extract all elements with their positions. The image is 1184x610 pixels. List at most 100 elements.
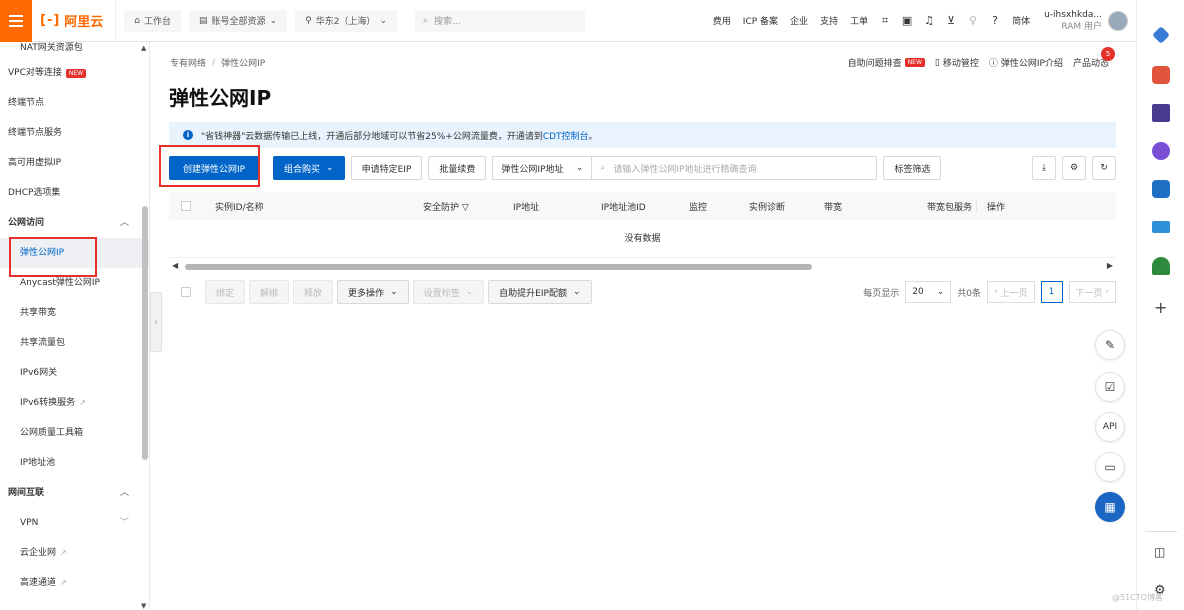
eip-intro-link[interactable]: ⓘ 弹性公网IP介绍 xyxy=(989,56,1063,69)
scroll-up-arrow-icon[interactable]: ▲ xyxy=(141,44,146,52)
right-rail: + ◫ ⚙ xyxy=(1136,0,1184,610)
sidebar-item-endpoint-service[interactable]: 终端节点服务 xyxy=(0,118,149,148)
sidebar-item-ip-pool[interactable]: IP地址池 xyxy=(0,448,149,478)
self-check-link[interactable]: 自助问题排查 NEW xyxy=(848,56,925,69)
next-page-button[interactable]: 下一页 › xyxy=(1068,281,1116,303)
sidebar-item-endpoint[interactable]: 终端节点 xyxy=(0,88,149,118)
sidebar-item-ipv6-gateway[interactable]: IPv6网关 xyxy=(0,358,149,388)
prev-page-button[interactable]: ‹ 上一页 xyxy=(987,281,1035,303)
column-security[interactable]: 安全防护 ▽ xyxy=(417,200,507,213)
chevron-down-icon: ⌄ xyxy=(390,287,398,297)
hamburger-menu-icon[interactable] xyxy=(0,0,32,42)
cart-icon[interactable]: ⊻ xyxy=(940,14,962,27)
plus-icon[interactable]: + xyxy=(1154,298,1167,317)
code-icon[interactable]: ⌗ xyxy=(874,14,896,28)
clipboard-icon[interactable]: ☑ xyxy=(1095,372,1125,402)
help-icon[interactable]: ? xyxy=(984,14,1006,27)
page-size-select[interactable]: 20 ⌄ xyxy=(905,281,952,303)
language-switch[interactable]: 简体 xyxy=(1006,14,1036,27)
filter-icon[interactable]: ▽ xyxy=(462,203,469,213)
bind-button[interactable]: 绑定 xyxy=(205,280,246,304)
outlook-icon[interactable] xyxy=(1152,180,1170,198)
scroll-left-arrow-icon[interactable]: ◀ xyxy=(172,261,178,270)
sidebar-item-havip[interactable]: 高可用虚拟IP xyxy=(0,148,149,178)
sidebar-item-vpc-peering[interactable]: VPC对等连接 NEW xyxy=(0,58,149,88)
column-ip-pool-id[interactable]: IP地址池ID xyxy=(595,200,683,213)
rail-divider xyxy=(1145,531,1177,532)
column-monitor[interactable]: 监控 xyxy=(683,200,743,213)
sidebar-item-ipv6-translation[interactable]: IPv6转换服务 ↗ xyxy=(0,388,149,418)
sidebar-group-public-access[interactable]: 公网访问 ︿ xyxy=(0,208,149,238)
chess-icon[interactable] xyxy=(1152,104,1170,122)
account-scope-select[interactable]: ▤ 账号全部资源 ⌄ xyxy=(189,9,288,32)
column-bandwidth-package[interactable]: 带宽包服务 xyxy=(921,200,976,213)
table-horizontal-scrollbar[interactable]: ◀ ▶ xyxy=(169,261,1116,272)
chat-icon[interactable]: ▭ xyxy=(1095,452,1125,482)
column-ip-address[interactable]: IP地址 xyxy=(507,200,595,213)
set-tag-button[interactable]: 设置标签 ⌄ xyxy=(412,280,485,304)
copilot-icon[interactable] xyxy=(1152,142,1170,160)
refresh-icon[interactable]: ↻ xyxy=(1092,156,1116,180)
batch-renew-button[interactable]: 批量续费 xyxy=(428,156,487,180)
combo-purchase-button[interactable]: 组合购买 ⌄ xyxy=(273,156,345,180)
mobile-control-link[interactable]: ▯ 移动管控 xyxy=(935,56,979,70)
global-search-input[interactable]: ⌕ 搜索... xyxy=(414,9,585,32)
sidebar-item-dhcp[interactable]: DHCP选项集 xyxy=(0,178,149,208)
select-all-checkbox[interactable] xyxy=(181,201,191,211)
aliyun-logo[interactable]: [-] 阿里云 xyxy=(32,0,117,42)
tag-filter-button[interactable]: 标签筛选 xyxy=(883,156,942,180)
sidebar-item-shared-traffic[interactable]: 共享流量包 xyxy=(0,328,149,358)
terminal-icon[interactable]: ▣ xyxy=(896,14,918,27)
link-icp[interactable]: ICP 备案 xyxy=(737,14,784,27)
user-menu[interactable]: u-ihsxhkda... RAM 用户 xyxy=(1036,9,1136,33)
link-support[interactable]: 支持 xyxy=(814,14,844,27)
sidebar-item-cen[interactable]: 云企业网 ↗ xyxy=(0,538,149,568)
sidebar-scroll-thumb[interactable] xyxy=(142,206,148,460)
sidebar-item-label: 共享流量包 xyxy=(20,338,66,348)
quota-button[interactable]: 自助提升EIP配额 ⌄ xyxy=(488,280,592,304)
page-number-button[interactable]: 1 xyxy=(1040,281,1063,303)
sidebar-item-nat-package[interactable]: NAT网关资源包 xyxy=(0,42,149,54)
tag-icon[interactable] xyxy=(1152,26,1170,44)
link-billing[interactable]: 费用 xyxy=(707,14,737,27)
sidebar-item-shared-bandwidth[interactable]: 共享带宽 xyxy=(0,298,149,328)
scroll-down-arrow-icon[interactable]: ▼ xyxy=(141,602,146,610)
apply-special-eip-button[interactable]: 申请特定EIP xyxy=(350,156,423,180)
more-actions-button[interactable]: 更多操作 ⌄ xyxy=(337,280,409,304)
region-select[interactable]: ⚲ 华东2（上海） ⌄ xyxy=(295,9,397,32)
link-enterprise[interactable]: 企业 xyxy=(784,14,814,27)
api-button[interactable]: API xyxy=(1095,412,1125,442)
search-field-select[interactable]: 弹性公网IP地址 ⌄ xyxy=(492,156,593,180)
bottom-select-all-checkbox[interactable] xyxy=(181,287,191,297)
gear-icon[interactable]: ⚙ xyxy=(1062,156,1086,180)
workbench-button[interactable]: ⌂ 工作台 xyxy=(124,9,182,32)
column-diagnosis[interactable]: 实例诊断 xyxy=(743,200,818,213)
unbind-button[interactable]: 解绑 xyxy=(249,280,290,304)
column-bandwidth[interactable]: 带宽 xyxy=(818,200,921,213)
sidebar-item-quality-toolbox[interactable]: 公网质量工具箱 xyxy=(0,418,149,448)
briefcase-icon[interactable] xyxy=(1152,66,1170,84)
sidebar-item-vpn[interactable]: VPN ﹀ xyxy=(0,508,149,538)
sidebar-scrollbar[interactable]: ▲ ▼ xyxy=(140,42,150,610)
apps-grid-icon[interactable]: ▦ xyxy=(1095,492,1125,522)
sidebar-group-interconnect[interactable]: 网间互联 ︿ xyxy=(0,478,149,508)
self-check-label: 自助问题排查 xyxy=(847,59,902,69)
release-button[interactable]: 释放 xyxy=(293,280,334,304)
product-news-link[interactable]: 产品动态 5 xyxy=(1073,47,1115,69)
link-ticket[interactable]: 工单 xyxy=(844,14,874,27)
download-icon[interactable]: ⤓ xyxy=(1032,156,1056,180)
cdt-console-link[interactable]: CDT控制台 xyxy=(543,132,589,142)
edit-icon[interactable]: ✎ xyxy=(1095,330,1125,360)
sidebar-toggle-icon[interactable]: ◫ xyxy=(1154,545,1165,559)
column-instance-id[interactable]: 实例ID/名称 xyxy=(209,200,417,213)
bell-icon[interactable]: ♫ xyxy=(918,14,940,27)
sidebar-item-express-connect[interactable]: 高速通道 ↗ xyxy=(0,568,149,598)
user-role: RAM 用户 xyxy=(1061,21,1102,32)
tree-icon[interactable] xyxy=(1152,257,1170,275)
scroll-right-arrow-icon[interactable]: ▶ xyxy=(1107,261,1113,270)
eip-search-input[interactable]: ⌕ 请输入弹性公网IP地址进行精确查询 xyxy=(592,156,878,180)
table-scroll-thumb[interactable] xyxy=(185,264,812,270)
lightbulb-icon[interactable]: ♀ xyxy=(962,14,984,27)
breadcrumb-parent[interactable]: 专有网络 xyxy=(170,56,206,69)
send-icon[interactable] xyxy=(1152,221,1170,233)
